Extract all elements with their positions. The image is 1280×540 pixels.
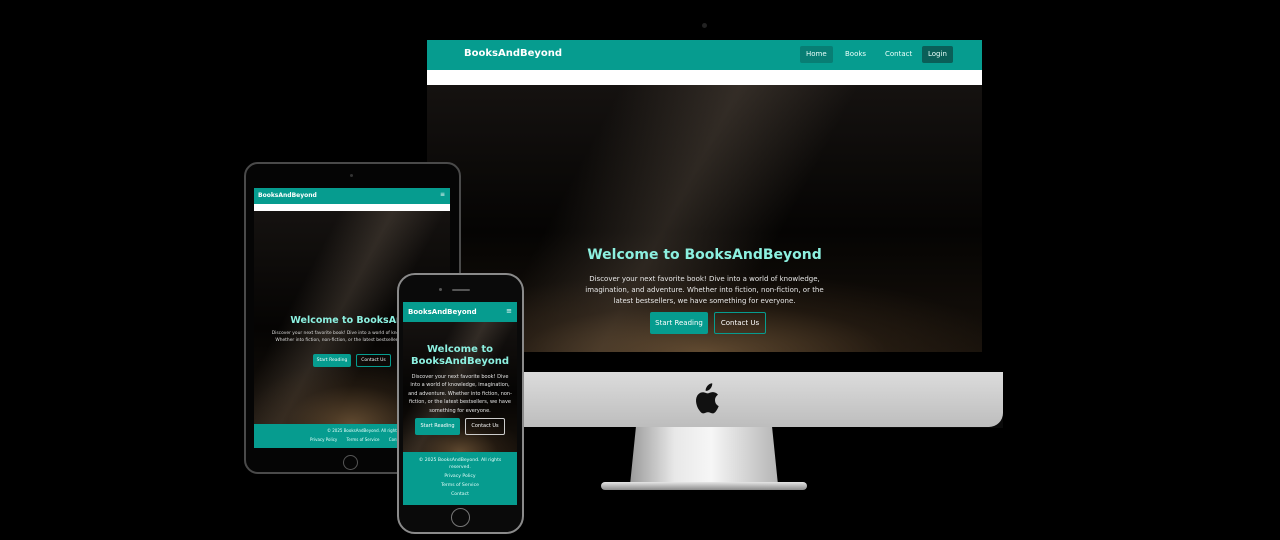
phone-footer-terms-link[interactable]: Terms of Service: [403, 483, 517, 488]
phone-footer-copyright: © 2025 BooksAndBeyond. All rights reserv…: [418, 458, 502, 470]
tablet-contact-us-button[interactable]: Contact Us: [356, 354, 391, 367]
nav-login-button[interactable]: Login: [922, 46, 953, 63]
desktop-white-strip: [427, 70, 982, 85]
tablet-white-strip: [254, 204, 450, 211]
desktop-brand-logo[interactable]: BooksAndBeyond: [464, 48, 562, 59]
phone-brand-logo[interactable]: BooksAndBeyond: [408, 308, 477, 316]
phone-camera-icon: [439, 288, 442, 291]
nav-contact-link[interactable]: Contact: [879, 46, 918, 63]
desktop-hero-title: Welcome to BooksAndBeyond: [587, 247, 822, 263]
phone-footer-privacy-link[interactable]: Privacy Policy: [403, 474, 517, 479]
phone-start-reading-button[interactable]: Start Reading: [415, 418, 460, 435]
tablet-navbar: BooksAndBeyond ≡: [254, 188, 450, 204]
desktop-navbar: BooksAndBeyond Home Books Contact Login: [427, 40, 982, 70]
desktop-contact-us-button[interactable]: Contact Us: [714, 312, 766, 334]
phone-screen: BooksAndBeyond ≡ Welcome to BooksAndBeyo…: [403, 302, 517, 505]
phone-footer: © 2025 BooksAndBeyond. All rights reserv…: [403, 452, 517, 505]
phone-navbar: BooksAndBeyond ≡: [403, 302, 517, 322]
tablet-start-reading-button[interactable]: Start Reading: [313, 354, 351, 367]
tablet-home-button: [343, 455, 358, 470]
phone-speaker: [452, 289, 470, 291]
imac-stand-neck: [630, 427, 778, 485]
tablet-camera-icon: [350, 174, 353, 177]
tablet-footer-privacy-link[interactable]: Privacy Policy: [310, 437, 337, 442]
phone-hamburger-menu-icon[interactable]: ≡: [506, 307, 512, 315]
nav-home-link[interactable]: Home: [800, 46, 833, 63]
phone-footer-contact-link[interactable]: Contact: [403, 492, 517, 497]
desktop-start-reading-button[interactable]: Start Reading: [650, 312, 708, 334]
phone-hero-title: Welcome to BooksAndBeyond: [410, 344, 510, 367]
phone-hero-text: Discover your next favorite book! Dive i…: [408, 374, 512, 414]
phone-home-button: [451, 508, 470, 527]
desktop-hero-text: Discover your next favorite book! Dive i…: [585, 275, 824, 305]
nav-books-link[interactable]: Books: [839, 46, 872, 63]
tablet-hamburger-menu-icon[interactable]: ≡: [440, 191, 445, 198]
tablet-brand-logo[interactable]: BooksAndBeyond: [258, 192, 317, 199]
apple-logo-icon: [696, 383, 719, 414]
phone-hero-section: Welcome to BooksAndBeyond Discover your …: [403, 322, 517, 452]
imac-camera-icon: [702, 23, 707, 28]
phone-contact-us-button[interactable]: Contact Us: [465, 418, 505, 435]
tablet-footer-terms-link[interactable]: Terms of Service: [347, 437, 380, 442]
imac-stand-base: [601, 482, 807, 490]
